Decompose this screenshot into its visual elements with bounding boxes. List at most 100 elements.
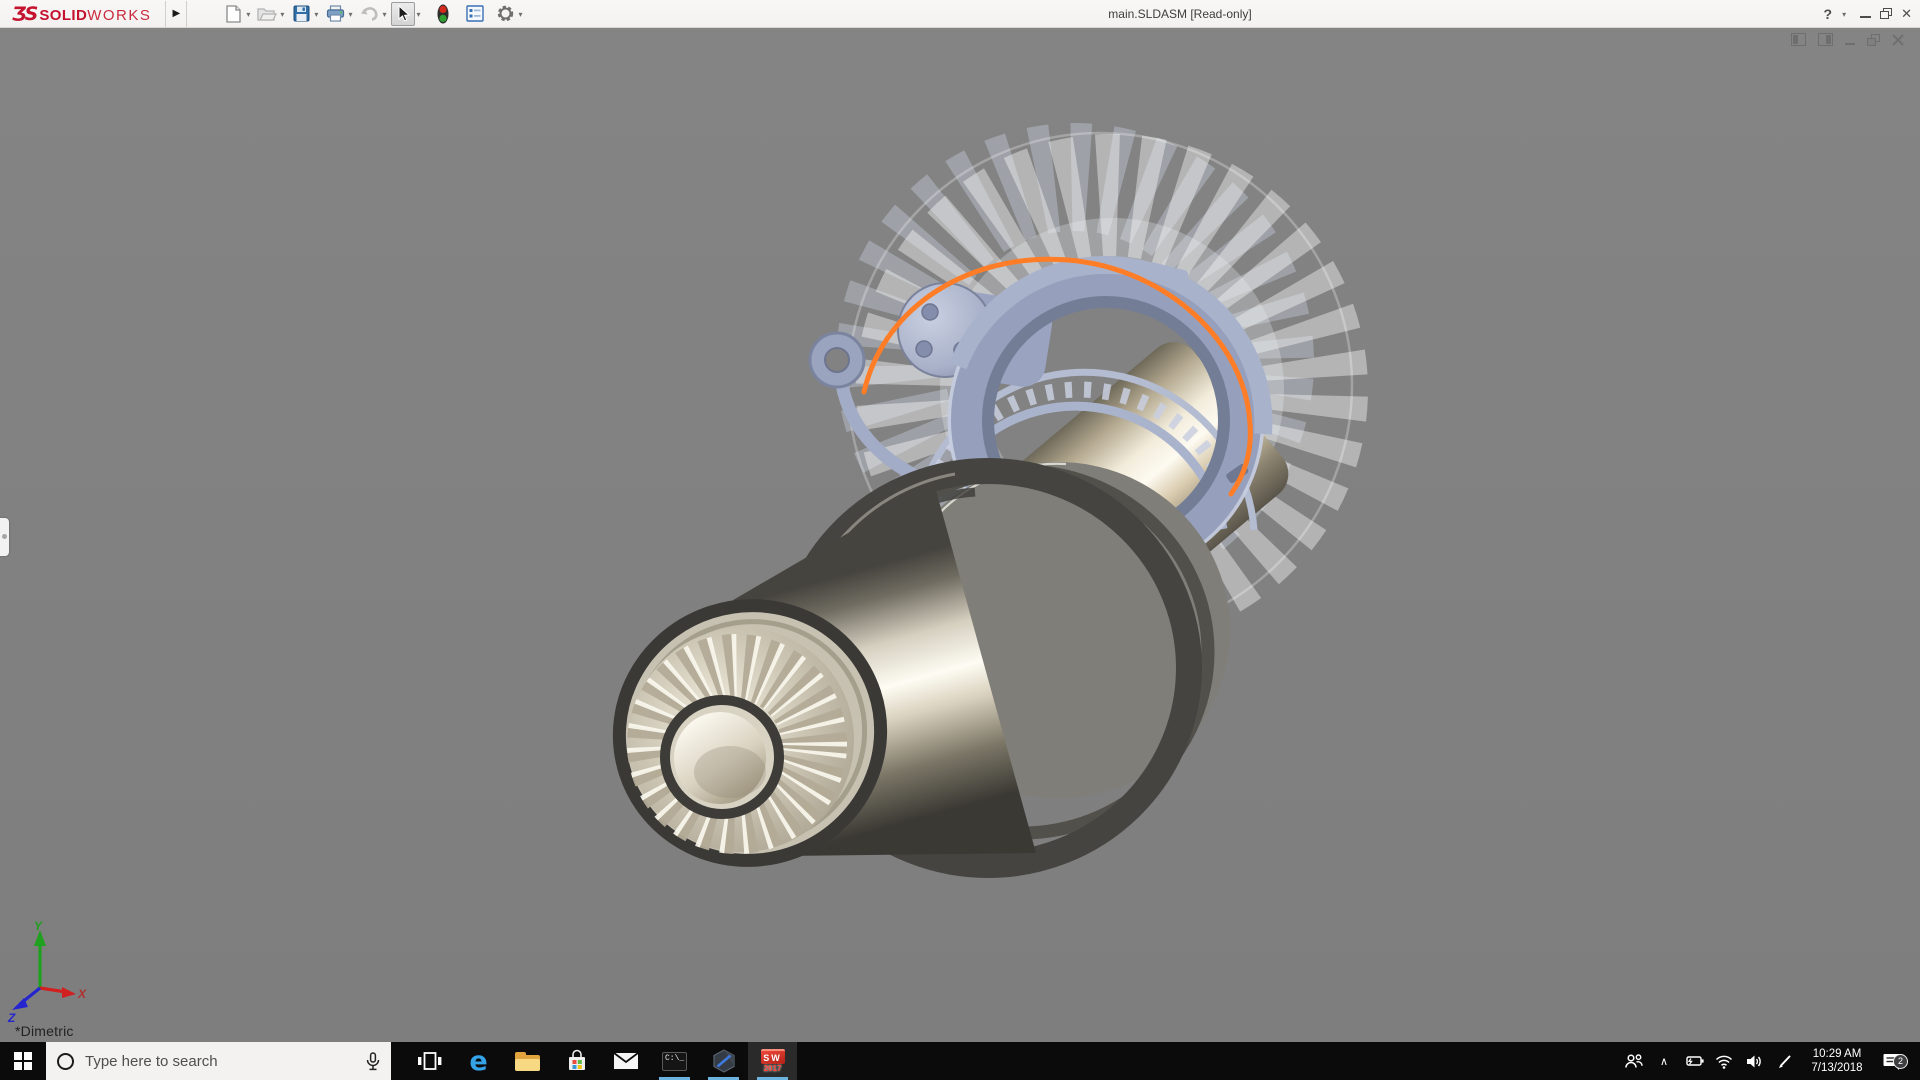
volume-button[interactable]: [1741, 1053, 1767, 1070]
view-orientation-label: *Dimetric: [15, 1023, 74, 1039]
solidworks-cube-icon: SW: [761, 1049, 785, 1064]
help-caret-icon[interactable]: ▾: [1842, 10, 1846, 19]
solidworks-app-icon: SW 2017: [761, 1049, 785, 1073]
solidworks-logo-solid: SOLID: [39, 7, 87, 24]
select-cursor-icon: [396, 5, 411, 23]
open-folder-icon: [257, 6, 277, 22]
options-button[interactable]: [493, 2, 517, 26]
dock-pane-left-icon[interactable]: [1791, 33, 1806, 46]
window-title: main.SLDASM [Read-only]: [1020, 7, 1340, 21]
solidworks-year-label: 2017: [764, 1064, 782, 1073]
hexagon-app-button[interactable]: [699, 1042, 748, 1080]
print-caret-icon[interactable]: ▾: [348, 10, 352, 19]
solidworks-taskbar-button[interactable]: SW 2017: [748, 1042, 797, 1080]
engine-3d-model[interactable]: [0, 28, 1920, 1042]
select-tool-caret-icon[interactable]: ▾: [416, 10, 420, 19]
file-properties-button[interactable]: [463, 2, 487, 26]
orientation-triad: Y X Z: [4, 918, 94, 1028]
gear-icon: [496, 4, 515, 23]
print-icon: [326, 5, 345, 22]
document-minimize-button[interactable]: [1845, 43, 1855, 45]
undo-arrow-icon: [360, 6, 379, 21]
feature-manager-collapsed-tab[interactable]: [0, 518, 9, 556]
chevron-up-icon: ∧: [1660, 1055, 1668, 1068]
task-view-icon: [416, 1049, 443, 1073]
people-icon: [1624, 1053, 1644, 1070]
start-button[interactable]: [0, 1042, 46, 1080]
mail-button[interactable]: [601, 1042, 650, 1080]
taskbar-clock[interactable]: 10:29 AM 7/13/2018: [1801, 1047, 1873, 1075]
clock-date: 7/13/2018: [1801, 1061, 1873, 1075]
microsoft-store-button[interactable]: [552, 1042, 601, 1080]
file-properties-icon: [466, 5, 484, 22]
open-document-caret-icon[interactable]: ▾: [280, 10, 284, 19]
windows-logo-icon: [14, 1052, 32, 1070]
save-floppy-icon: [293, 5, 310, 22]
hub-shadow: [694, 746, 766, 798]
windows-taskbar: Type here to search e: [0, 1042, 1920, 1080]
title-bar: ƷS SOLID WORKS ▶ ▾ ▾: [0, 0, 1920, 28]
window-controls: ? ▾ ✕: [1824, 0, 1912, 27]
dock-pane-right-icon[interactable]: [1818, 33, 1833, 46]
windows-ink-button[interactable]: [1771, 1053, 1797, 1070]
taskbar-app-icons: e C:\_: [405, 1042, 797, 1080]
close-button[interactable]: ✕: [1901, 6, 1912, 22]
document-window-controls: [1791, 33, 1904, 46]
save-button[interactable]: [289, 2, 313, 26]
battery-icon: [1683, 1054, 1705, 1068]
command-prompt-icon: C:\_: [662, 1052, 687, 1071]
edge-button[interactable]: e: [454, 1042, 503, 1080]
people-button[interactable]: [1621, 1053, 1647, 1070]
x-axis-arrow: [62, 987, 76, 998]
select-tool-button[interactable]: [391, 2, 415, 26]
mail-icon: [613, 1052, 639, 1070]
power-status-button[interactable]: [1681, 1054, 1707, 1068]
traffic-light-icon: [437, 4, 449, 24]
flyout-arrow-icon: ▶: [173, 8, 181, 19]
restore-button[interactable]: [1880, 8, 1892, 19]
system-tray: ∧: [1621, 1042, 1920, 1080]
undo-caret-icon[interactable]: ▾: [382, 10, 386, 19]
file-explorer-button[interactable]: [503, 1042, 552, 1080]
task-view-button[interactable]: [405, 1042, 454, 1080]
minimize-button[interactable]: [1860, 16, 1871, 18]
new-document-button[interactable]: [221, 2, 245, 26]
network-button[interactable]: [1711, 1053, 1737, 1069]
search-placeholder-text: Type here to search: [85, 1053, 355, 1070]
wifi-icon: [1714, 1053, 1734, 1069]
clock-time: 10:29 AM: [1801, 1047, 1873, 1061]
x-axis-label: X: [77, 987, 87, 1001]
notification-badge: 2: [1893, 1054, 1908, 1069]
new-document-icon: [225, 5, 242, 23]
help-button[interactable]: ?: [1824, 6, 1833, 22]
tab-dot-icon: [2, 534, 7, 539]
speaker-icon: [1745, 1053, 1764, 1070]
traffic-light-button[interactable]: [431, 2, 455, 26]
open-document-button[interactable]: [255, 2, 279, 26]
file-explorer-icon: [515, 1052, 540, 1071]
quick-access-toolbar: ▾ ▾ ▾ ▾: [221, 1, 527, 27]
document-close-button[interactable]: [1892, 34, 1904, 46]
new-document-caret-icon[interactable]: ▾: [246, 10, 250, 19]
solidworks-logo-glyph: ƷS: [12, 3, 36, 25]
y-axis-label: Y: [34, 919, 43, 933]
graphics-area[interactable]: Y X Z *Dimetric: [0, 28, 1920, 1042]
command-prompt-button[interactable]: C:\_: [650, 1042, 699, 1080]
solidworks-logo: ƷS SOLID WORKS: [12, 3, 151, 25]
pen-icon: [1776, 1053, 1793, 1070]
document-restore-button[interactable]: [1867, 34, 1880, 46]
options-caret-icon[interactable]: ▾: [518, 10, 522, 19]
microphone-icon[interactable]: [366, 1052, 380, 1071]
eyelet-bracket[interactable]: [810, 333, 864, 387]
print-button[interactable]: [323, 2, 347, 26]
undo-button[interactable]: [357, 2, 381, 26]
action-center-button[interactable]: 2: [1877, 1052, 1907, 1071]
menu-flyout-button[interactable]: ▶: [165, 1, 187, 27]
edge-icon: e: [469, 1048, 487, 1075]
taskbar-search-box[interactable]: Type here to search: [46, 1042, 391, 1080]
save-caret-icon[interactable]: ▾: [314, 10, 318, 19]
cortana-icon: [57, 1053, 74, 1070]
solidworks-logo-works: WORKS: [87, 7, 151, 24]
hexagon-app-icon: [711, 1048, 737, 1074]
tray-expand-button[interactable]: ∧: [1651, 1055, 1677, 1068]
